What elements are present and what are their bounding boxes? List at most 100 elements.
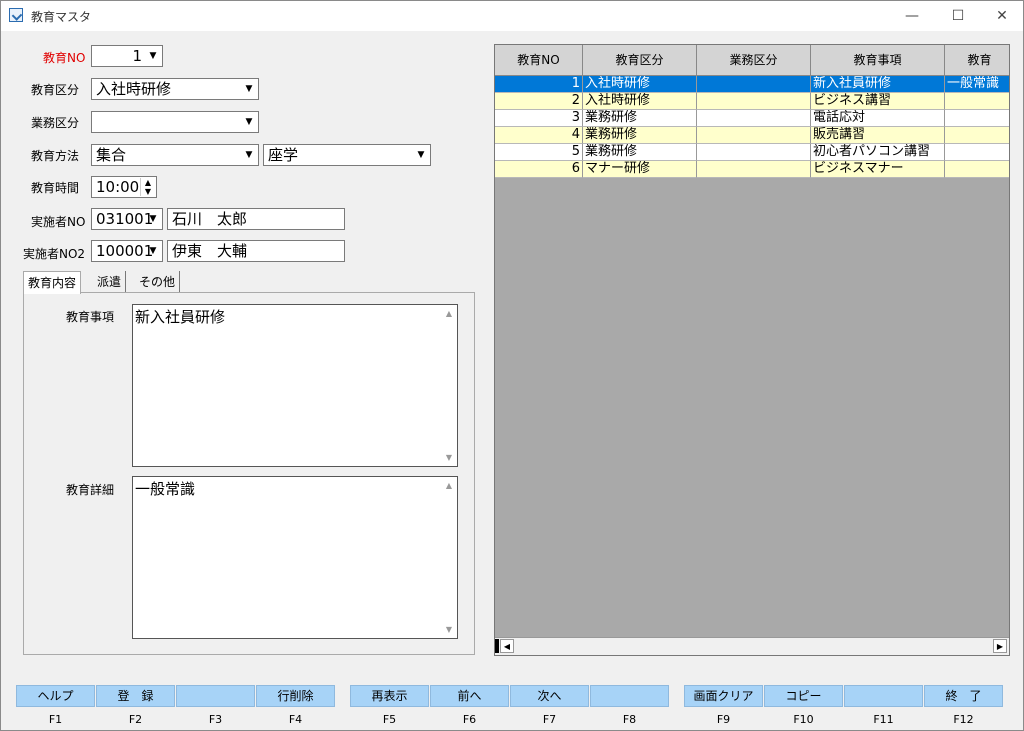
fkey-label: F7 <box>542 713 557 726</box>
education-no-select[interactable]: 1 ▼ <box>91 45 163 67</box>
table-cell[interactable]: 入社時研修 <box>583 93 697 110</box>
fkey-f6-button[interactable]: 前へ <box>430 685 509 707</box>
table-cell[interactable]: マナー研修 <box>583 161 697 178</box>
table-cell[interactable] <box>697 144 811 161</box>
table-cell[interactable] <box>697 76 811 93</box>
table-row[interactable]: 6 マナー研修 ビジネスマナー <box>495 161 1009 178</box>
table-cell[interactable]: 電話応対 <box>811 110 945 127</box>
table-cell[interactable]: 5 <box>495 144 583 161</box>
fkey-label: F4 <box>288 713 303 726</box>
education-detail-textarea[interactable]: 一般常識 ▲ ▼ <box>132 476 458 639</box>
fkey-label: F12 <box>953 713 974 726</box>
education-method-label: 教育方法 <box>31 149 80 163</box>
fkey-f4-button[interactable]: 行削除 <box>256 685 335 707</box>
table-row[interactable]: 5 業務研修 初心者パソコン講習 <box>495 144 1009 161</box>
education-grid[interactable]: 教育NO 教育区分 業務区分 教育事項 教育 1 入社時研修 新入社員研修 一般常識 2… <box>494 44 1010 656</box>
fkey-label: F1 <box>48 713 63 726</box>
main-window: 教育マスタ — ☐ ✕ 教育NO 1 ▼ 教育区分 入社時研修 ▼ 業務区分 ▼… <box>0 0 1024 731</box>
close-button[interactable]: ✕ <box>979 1 1023 31</box>
table-cell[interactable]: 3 <box>495 110 583 127</box>
grid-header-shousai[interactable]: 教育 <box>945 45 1009 76</box>
spin-arrows-icon[interactable]: ▲ ▼ <box>140 178 155 196</box>
implementer1-code-select[interactable]: 031001 ▼ <box>91 208 163 230</box>
table-cell[interactable]: ビジネスマナー <box>811 161 945 178</box>
scroll-up-icon[interactable]: ▲ <box>441 481 457 490</box>
fkey-f1-button[interactable]: ヘルプ <box>16 685 95 707</box>
tab-other[interactable]: その他 <box>135 271 181 293</box>
table-cell[interactable]: 2 <box>495 93 583 110</box>
horizontal-scrollbar[interactable]: ◀ ▶ <box>495 637 1009 655</box>
education-time-spinner[interactable]: 10:00 ▲ ▼ <box>91 176 157 198</box>
fkey-label: F3 <box>208 713 223 726</box>
table-cell[interactable]: 4 <box>495 127 583 144</box>
tab-dispatch[interactable]: 派遣 <box>93 271 127 293</box>
implementer2-code-select[interactable]: 100001 ▼ <box>91 240 163 262</box>
implementer1-name-field[interactable]: 石川 太郎 <box>167 208 345 230</box>
fkey-label: F9 <box>716 713 731 726</box>
scroll-left-icon[interactable]: ◀ <box>500 639 514 653</box>
fkey-f3-button[interactable] <box>176 685 255 707</box>
scroll-up-icon[interactable]: ▲ <box>441 309 457 318</box>
fkey-f5-button[interactable]: 再表示 <box>350 685 429 707</box>
table-cell[interactable]: 初心者パソコン講習 <box>811 144 945 161</box>
education-time-label: 教育時間 <box>31 181 80 195</box>
fkey-f7-button[interactable]: 次へ <box>510 685 589 707</box>
education-no-value: 1 <box>132 47 142 65</box>
table-cell[interactable]: 販売講習 <box>811 127 945 144</box>
gyomu-kubun-select[interactable]: ▼ <box>91 111 259 133</box>
fkey-label: F11 <box>873 713 894 726</box>
table-cell[interactable] <box>945 127 1009 144</box>
minimize-button[interactable]: — <box>889 1 935 31</box>
table-cell[interactable]: 1 <box>495 76 583 93</box>
fkey-f11-button[interactable] <box>844 685 923 707</box>
table-row[interactable]: 4 業務研修 販売講習 <box>495 127 1009 144</box>
table-cell[interactable] <box>945 144 1009 161</box>
fkey-f12-button[interactable]: 終 了 <box>924 685 1003 707</box>
table-cell[interactable]: 業務研修 <box>583 110 697 127</box>
table-cell[interactable]: 6 <box>495 161 583 178</box>
table-cell[interactable] <box>697 127 811 144</box>
fkey-f9-button[interactable]: 画面クリア <box>684 685 763 707</box>
fkey-f8-button[interactable] <box>590 685 669 707</box>
education-method-select[interactable]: 集合 ▼ <box>91 144 259 166</box>
table-cell[interactable]: 一般常識 <box>945 76 1009 93</box>
education-item-label: 教育事項 <box>66 310 115 324</box>
table-cell[interactable] <box>697 161 811 178</box>
table-cell[interactable] <box>945 93 1009 110</box>
fkey-f2-button[interactable]: 登 録 <box>96 685 175 707</box>
grid-header-jikou[interactable]: 教育事項 <box>811 45 945 76</box>
vertical-scrollbar[interactable]: ▲ ▼ <box>441 305 457 466</box>
grid-header-kubun[interactable]: 教育区分 <box>583 45 697 76</box>
scroll-down-icon[interactable]: ▼ <box>441 453 457 462</box>
table-cell[interactable] <box>697 110 811 127</box>
fkey-label: F8 <box>622 713 637 726</box>
table-cell[interactable]: 業務研修 <box>583 144 697 161</box>
table-cell[interactable]: 入社時研修 <box>583 76 697 93</box>
table-row[interactable]: 3 業務研修 電話応対 <box>495 110 1009 127</box>
scroll-thumb[interactable] <box>495 639 499 653</box>
education-item-textarea[interactable]: 新入社員研修 ▲ ▼ <box>132 304 458 467</box>
table-cell[interactable] <box>697 93 811 110</box>
scroll-right-icon[interactable]: ▶ <box>993 639 1007 653</box>
implementer1-label: 実施者NO <box>31 215 86 229</box>
table-row[interactable]: 1 入社時研修 新入社員研修 一般常識 <box>495 76 1009 93</box>
grid-header-gyomu[interactable]: 業務区分 <box>697 45 811 76</box>
education-kubun-value: 入社時研修 <box>96 80 172 98</box>
scroll-down-icon[interactable]: ▼ <box>441 625 457 634</box>
maximize-button[interactable]: ☐ <box>935 1 981 31</box>
education-kubun-select[interactable]: 入社時研修 ▼ <box>91 78 259 100</box>
table-cell[interactable] <box>945 110 1009 127</box>
tab-education-content[interactable]: 教育内容 <box>23 271 82 294</box>
grid-header-no[interactable]: 教育NO <box>495 45 583 76</box>
table-row[interactable]: 2 入社時研修 ビジネス講習 <box>495 93 1009 110</box>
table-cell[interactable]: ビジネス講習 <box>811 93 945 110</box>
implementer2-name-field[interactable]: 伊東 大輔 <box>167 240 345 262</box>
education-method2-select[interactable]: 座学 ▼ <box>263 144 431 166</box>
gyomu-kubun-label: 業務区分 <box>31 116 80 130</box>
table-cell[interactable]: 業務研修 <box>583 127 697 144</box>
fkey-f10-button[interactable]: コピー <box>764 685 843 707</box>
table-cell[interactable]: 新入社員研修 <box>811 76 945 93</box>
education-detail-value: 一般常識 <box>135 480 196 498</box>
vertical-scrollbar[interactable]: ▲ ▼ <box>441 477 457 638</box>
table-cell[interactable] <box>945 161 1009 178</box>
